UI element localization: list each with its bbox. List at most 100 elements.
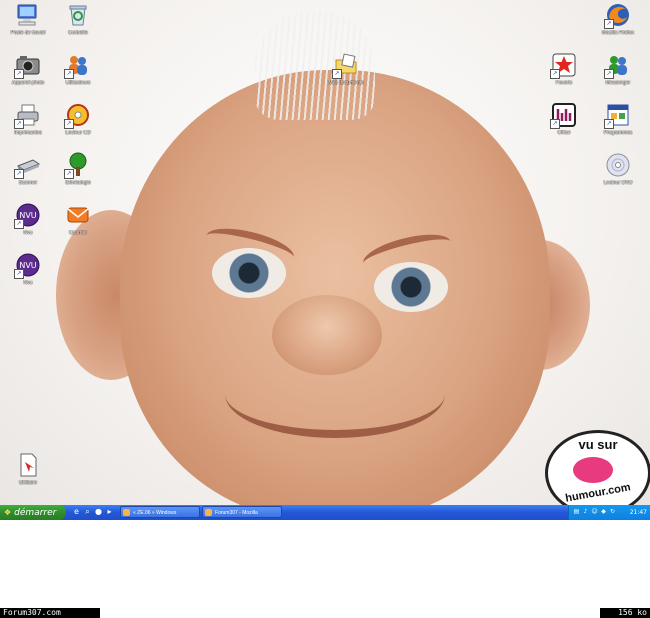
desktop-icon-label: Scanner bbox=[18, 180, 38, 186]
desktop-icon-label: Courrier bbox=[68, 230, 88, 236]
desktop-icon-favorites[interactable]: ↗ Favoris bbox=[536, 52, 592, 86]
desktop-icon-documents[interactable]: ↗ Mes documents bbox=[318, 52, 374, 86]
computer-icon bbox=[15, 2, 41, 28]
desktop-icon-label: Généalogie bbox=[65, 180, 91, 186]
shortcut-arrow-icon: ↗ bbox=[64, 119, 74, 129]
start-button[interactable]: ❖ démarrer bbox=[0, 505, 66, 520]
ie-icon[interactable]: e bbox=[72, 507, 81, 517]
desktop-icon-recycle-bin[interactable]: Corbeille bbox=[50, 2, 106, 36]
desktop-icon-label: Favoris bbox=[555, 80, 573, 86]
desktop-icon-label: Mes documents bbox=[328, 80, 364, 86]
desktop-icon-camera[interactable]: ↗ Appareil photo bbox=[0, 52, 56, 86]
desktop-icon-printer[interactable]: ↗ Imprimantes bbox=[0, 102, 56, 136]
shortcut-arrow-icon: ↗ bbox=[604, 19, 614, 29]
shortcut-arrow-icon: ↗ bbox=[64, 169, 74, 179]
wallpaper-face bbox=[120, 70, 550, 505]
users-icon: ↗ bbox=[64, 52, 91, 79]
mail-icon bbox=[65, 202, 91, 228]
desktop-icon-label: Poste de travail bbox=[10, 30, 46, 36]
window-icon: ↗ bbox=[604, 102, 631, 129]
desktop-icon-programs[interactable]: ↗ Programmes bbox=[590, 102, 646, 136]
firefox-icon[interactable]: ● bbox=[94, 507, 103, 517]
desktop-icon-label: Nvu bbox=[23, 230, 33, 236]
file-size: 156 ko bbox=[600, 608, 650, 618]
desktop-icon-office[interactable]: ↗ Office bbox=[536, 102, 592, 136]
wallpaper-eye-left bbox=[212, 248, 286, 298]
desktop-icon-cd[interactable]: ↗ Lecteur CD bbox=[50, 102, 106, 136]
desktop-icon-nvu-2[interactable]: NVU ↗ Nvu bbox=[0, 252, 56, 286]
desktop-icon-label: Office bbox=[557, 130, 571, 136]
desktop-icon-label: Mozilla Firefox bbox=[601, 30, 635, 36]
task-button-mozilla[interactable]: Forum307 - Mozilla bbox=[202, 506, 282, 518]
tree-icon: ↗ bbox=[64, 152, 91, 179]
shortcut-arrow-icon: ↗ bbox=[14, 269, 24, 279]
recycle-bin-icon bbox=[65, 2, 91, 28]
shortcut-arrow-icon: ↗ bbox=[14, 169, 24, 179]
desktop-icon-nvu[interactable]: NVU ↗ Nvu bbox=[0, 202, 56, 236]
desktop-icon-scanner[interactable]: ↗ Scanner bbox=[0, 152, 56, 186]
network-icon[interactable]: ▤ bbox=[573, 508, 580, 516]
volume-icon[interactable]: ♪ bbox=[582, 508, 589, 516]
start-label: démarrer bbox=[14, 508, 57, 518]
desktop-icon-users[interactable]: ↗ Utilisateurs bbox=[50, 52, 106, 86]
update-icon[interactable]: ↻ bbox=[609, 508, 616, 516]
shortcut-arrow-icon: ↗ bbox=[604, 69, 614, 79]
desktop-icon-computer[interactable]: Poste de travail bbox=[0, 2, 56, 36]
desktop-icon-dvd[interactable]: Lecteur DVD bbox=[590, 152, 646, 186]
shortcut-arrow-icon: ↗ bbox=[332, 69, 342, 79]
dvd-icon bbox=[605, 152, 631, 178]
printer-icon: ↗ bbox=[14, 102, 41, 129]
cd-icon: ↗ bbox=[64, 102, 91, 129]
scanner-icon: ↗ bbox=[14, 152, 41, 179]
shortcut-arrow-icon: ↗ bbox=[550, 119, 560, 129]
stamp-face-icon bbox=[573, 457, 613, 483]
document-icon bbox=[15, 452, 41, 478]
desktop-icon-label: Utilisateurs bbox=[65, 80, 91, 86]
task-button-windows[interactable]: « ZE.06 » Windows bbox=[120, 506, 200, 518]
stamp-top-text: vu sur bbox=[578, 437, 618, 452]
desktop-icon-utility[interactable]: Utilitaire bbox=[0, 452, 56, 486]
folder-icon: ↗ bbox=[332, 52, 359, 79]
shortcut-arrow-icon: ↗ bbox=[550, 69, 560, 79]
clock[interactable]: 21:47 bbox=[630, 505, 647, 520]
desktop-icon-label: Programmes bbox=[603, 130, 633, 136]
desktop-icon-label: Nvu bbox=[23, 280, 33, 286]
desktop-icon-label: Lecteur DVD bbox=[603, 180, 633, 186]
shortcut-arrow-icon: ↗ bbox=[14, 219, 24, 229]
desktop: Poste de travail Corbeille ↗ Appareil ph… bbox=[0, 0, 650, 505]
wallpaper-mouth bbox=[225, 350, 445, 438]
shield-icon[interactable]: ◆ bbox=[600, 508, 607, 516]
desktop-icon-label: Imprimantes bbox=[14, 130, 42, 136]
messenger-icon[interactable]: ☺ bbox=[591, 508, 598, 516]
system-tray: ▤ ♪ ☺ ◆ ↻ 21:47 bbox=[568, 505, 650, 520]
nvu-icon: NVU ↗ bbox=[14, 252, 41, 279]
desktop-icon-mail[interactable]: Courrier bbox=[50, 202, 106, 236]
camera-icon: ↗ bbox=[14, 52, 41, 79]
task-label: « ZE.06 » Windows bbox=[133, 510, 177, 516]
star-icon: ↗ bbox=[550, 52, 577, 79]
desktop-icon-firefox[interactable]: ↗ Mozilla Firefox bbox=[590, 2, 646, 36]
wallpaper-eye-right bbox=[374, 262, 448, 312]
firefox-icon bbox=[205, 509, 212, 516]
media-icon[interactable]: ▸ bbox=[105, 507, 114, 517]
shortcut-arrow-icon: ↗ bbox=[604, 119, 614, 129]
desktop-icon-label: Lecteur CD bbox=[65, 130, 91, 136]
watermark-stamp: vu sur humour.com bbox=[545, 430, 650, 505]
desktop-icon-tree[interactable]: ↗ Généalogie bbox=[50, 152, 106, 186]
desktop-icon-messenger[interactable]: ↗ Messenger bbox=[590, 52, 646, 86]
shortcut-arrow-icon: ↗ bbox=[14, 119, 24, 129]
messenger-icon: ↗ bbox=[604, 52, 631, 79]
desktop-icon-label: Appareil photo bbox=[11, 80, 45, 86]
site-credit: Forum307.com bbox=[0, 608, 100, 618]
shortcut-arrow-icon: ↗ bbox=[14, 69, 24, 79]
desktop-icon-label: Messenger bbox=[605, 80, 631, 86]
shortcut-arrow-icon: ↗ bbox=[64, 69, 74, 79]
office-icon: ↗ bbox=[550, 102, 577, 129]
task-label: Forum307 - Mozilla bbox=[215, 510, 258, 516]
desktop-icon-label: Utilitaire bbox=[18, 480, 38, 486]
search-icon[interactable]: ⌕ bbox=[83, 507, 92, 517]
desktop-icon-label: Corbeille bbox=[68, 30, 88, 36]
firefox-icon: ↗ bbox=[604, 2, 631, 29]
windows-logo-icon: ❖ bbox=[4, 508, 12, 517]
taskbar: ❖ démarrer e ⌕ ● ▸ « ZE.06 » Windows Foru… bbox=[0, 505, 650, 520]
